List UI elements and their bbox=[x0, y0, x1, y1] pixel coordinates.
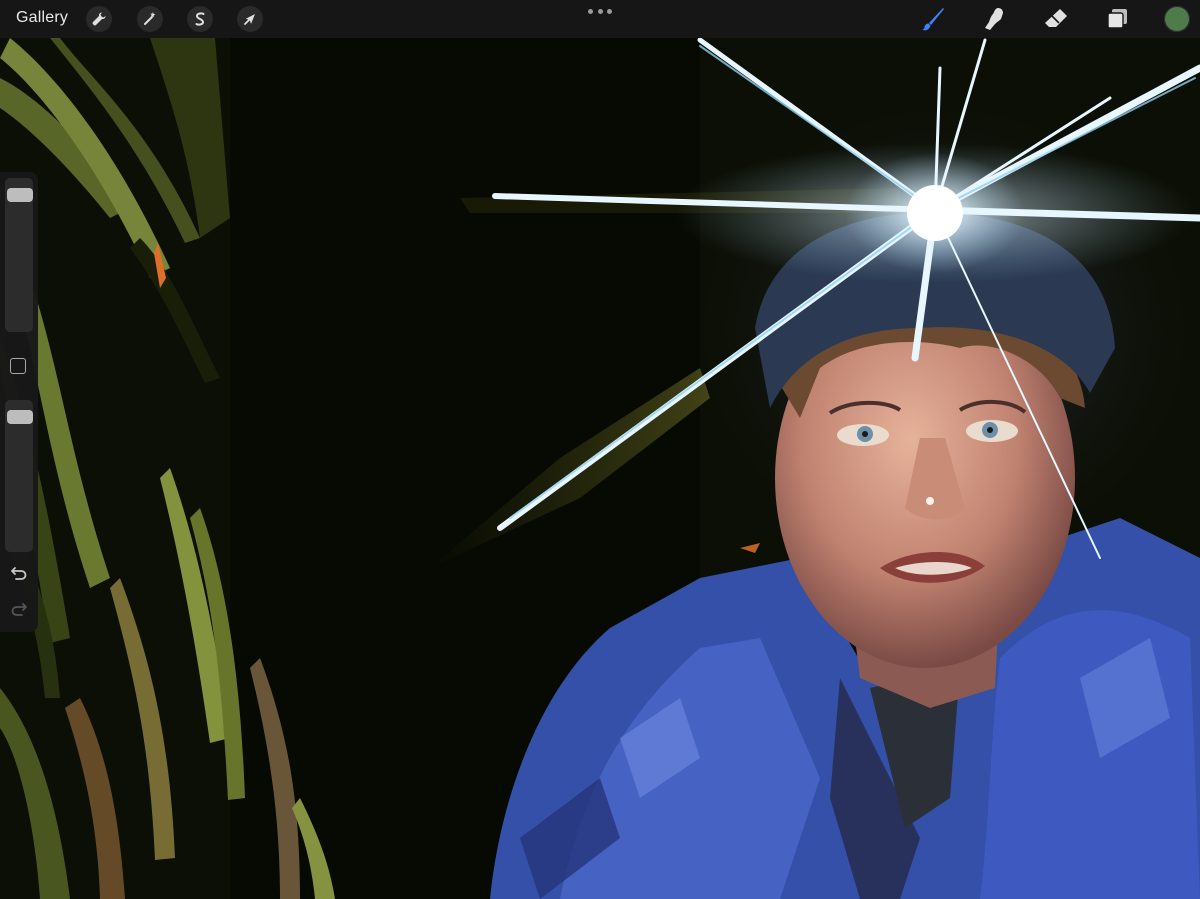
brush-opacity-slider[interactable] bbox=[5, 400, 33, 552]
smudge-finger-icon bbox=[985, 8, 1003, 30]
top-toolbar: Gallery bbox=[0, 0, 1200, 38]
eraser-icon bbox=[1045, 9, 1067, 27]
drawing-canvas[interactable] bbox=[0, 38, 1200, 899]
redo-icon bbox=[11, 603, 27, 616]
procreate-app: Gallery bbox=[0, 0, 1200, 899]
brush-tool-button[interactable] bbox=[919, 5, 947, 33]
color-picker-button[interactable] bbox=[1164, 6, 1190, 32]
square-icon[interactable] bbox=[10, 358, 26, 374]
ellipsis-icon[interactable] bbox=[588, 4, 612, 18]
selection-button[interactable] bbox=[187, 6, 213, 32]
brush-icon bbox=[922, 8, 944, 31]
brush-size-handle[interactable] bbox=[7, 187, 33, 202]
undo-button[interactable] bbox=[8, 562, 30, 584]
wrench-icon bbox=[92, 12, 106, 26]
eraser-tool-button[interactable] bbox=[1042, 5, 1070, 33]
selection-s-icon bbox=[195, 12, 205, 26]
layers-icon bbox=[1107, 9, 1127, 29]
layers-button[interactable] bbox=[1103, 5, 1131, 33]
undo-icon bbox=[11, 567, 27, 580]
redo-button[interactable] bbox=[8, 598, 30, 620]
actions-button[interactable] bbox=[86, 6, 112, 32]
left-sidebar bbox=[0, 172, 38, 632]
brush-size-slider[interactable] bbox=[5, 178, 33, 332]
arrow-cursor-icon bbox=[244, 14, 255, 25]
magic-wand-icon bbox=[144, 12, 156, 25]
transform-button[interactable] bbox=[237, 6, 263, 32]
smudge-tool-button[interactable] bbox=[980, 5, 1008, 33]
adjustments-button[interactable] bbox=[137, 6, 163, 32]
gallery-button[interactable]: Gallery bbox=[16, 9, 68, 27]
brush-opacity-handle[interactable] bbox=[7, 409, 33, 424]
